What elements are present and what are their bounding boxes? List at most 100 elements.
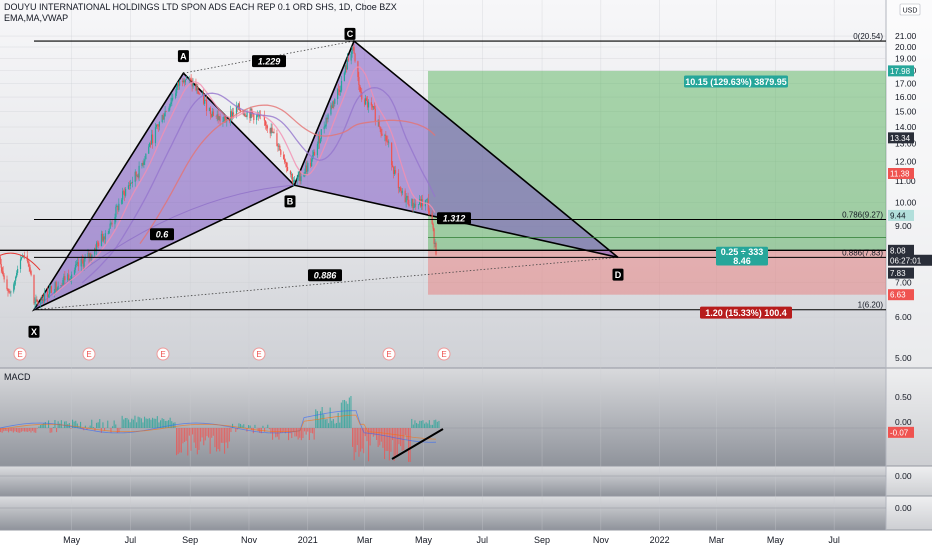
- candle-body: [359, 85, 360, 92]
- candle-body: [279, 146, 280, 150]
- point-label-a[interactable]: A: [178, 50, 189, 62]
- macd-histogram-bar: [26, 428, 27, 432]
- candle-body: [96, 243, 97, 251]
- candle-body: [360, 92, 361, 93]
- candle-body: [233, 112, 234, 114]
- macd-histogram-bar: [200, 428, 201, 442]
- candle-body: [381, 134, 382, 136]
- macd-histogram-bar: [262, 426, 263, 428]
- profit-label[interactable]: 10.15 (129.63%) 3879.95: [684, 75, 788, 87]
- macd-histogram-bar: [0, 428, 1, 432]
- candle-body: [24, 255, 25, 256]
- candle-body: [37, 302, 38, 305]
- macd-histogram-bar: [430, 425, 431, 428]
- macd-histogram-bar: [203, 428, 204, 445]
- earnings-marker[interactable]: E: [157, 348, 169, 360]
- macd-histogram-bar: [410, 428, 411, 462]
- macd-value-badge: -0.07: [890, 428, 909, 437]
- macd-histogram-bar: [176, 428, 177, 455]
- price-tick-label: 21.00: [895, 31, 917, 41]
- macd-histogram-bar: [435, 420, 436, 428]
- point-label-d-text: D: [615, 270, 622, 280]
- macd-histogram-bar: [438, 421, 439, 428]
- price-tick-label: 5.00: [895, 353, 912, 363]
- chart-root[interactable]: 0(20.54)0.786(9.27)0.886(7.83)1(6.20) XA…: [0, 0, 932, 550]
- candle-body: [197, 87, 198, 93]
- chart-header: DOUYU INTERNATIONAL HOLDINGS LTD SPON AD…: [4, 2, 397, 24]
- earnings-marker[interactable]: E: [383, 348, 395, 360]
- candle-body: [121, 200, 122, 204]
- time-tick-label: Jul: [125, 535, 137, 545]
- earnings-marker[interactable]: E: [14, 348, 26, 360]
- point-label-b[interactable]: B: [285, 195, 296, 207]
- candle-body: [216, 116, 217, 117]
- chart-svg[interactable]: 0(20.54)0.786(9.27)0.886(7.83)1(6.20) XA…: [0, 0, 932, 550]
- loss-label[interactable]: 1.20 (15.33%) 100.4: [700, 307, 792, 319]
- point-label-x[interactable]: X: [29, 326, 40, 338]
- candle-body: [240, 110, 241, 111]
- macd-histogram-bar: [298, 428, 299, 440]
- candle-body: [179, 81, 180, 86]
- candle-body: [283, 155, 284, 160]
- macd-histogram-bar: [424, 424, 425, 428]
- macd-histogram-bar: [339, 423, 340, 428]
- candle-body: [10, 292, 11, 293]
- candle-body: [387, 141, 388, 143]
- macd-histogram-bar: [125, 418, 126, 428]
- candle-body: [192, 83, 193, 86]
- candle-body: [287, 167, 288, 171]
- macd-histogram-bar: [197, 428, 198, 454]
- point-label-d[interactable]: D: [613, 269, 624, 281]
- ratio-label-xd[interactable]: 0.886: [308, 269, 342, 281]
- candle-body: [115, 207, 116, 217]
- candle-body: [294, 180, 295, 182]
- candle-body: [290, 171, 291, 174]
- macd-histogram-bar: [170, 418, 171, 428]
- macd-histogram-bar: [184, 428, 185, 442]
- macd-histogram-bar: [181, 428, 182, 453]
- candle-body: [68, 274, 69, 280]
- point-label-c[interactable]: C: [345, 28, 356, 40]
- macd-histogram-bar: [117, 428, 118, 433]
- macd-histogram-bar: [222, 428, 223, 443]
- candle-body: [433, 224, 434, 229]
- candle-body: [28, 261, 29, 264]
- macd-histogram-bar: [61, 420, 62, 428]
- ratio-label-bd[interactable]: 1.312: [437, 212, 471, 224]
- candle-body: [320, 139, 321, 143]
- candle-body: [148, 147, 149, 154]
- macd-histogram-bar: [414, 420, 415, 428]
- candle-body: [413, 207, 414, 208]
- macd-histogram-bar: [358, 428, 359, 457]
- candle-body: [354, 54, 355, 62]
- point-label-x-text: X: [31, 327, 37, 337]
- macd-histogram-bar: [235, 428, 236, 432]
- time-tick-label: Nov: [593, 535, 610, 545]
- earnings-marker[interactable]: E: [83, 348, 95, 360]
- time-tick-label: Nov: [241, 535, 258, 545]
- candle-body: [298, 177, 299, 178]
- macd-histogram-bar: [227, 428, 228, 448]
- candle-body: [78, 262, 79, 266]
- time-tick-label: May: [63, 535, 81, 545]
- macd-histogram-bar: [93, 427, 94, 428]
- candle-body: [297, 177, 298, 180]
- ratio-label-xb[interactable]: 0.6: [150, 228, 174, 240]
- candle-body: [114, 217, 115, 224]
- candle-body: [190, 78, 191, 79]
- candle-body: [213, 111, 214, 115]
- candle-body: [165, 111, 166, 112]
- rr-badge[interactable]: 8.46: [716, 256, 768, 266]
- candle-body: [2, 268, 3, 272]
- macd-histogram-bar: [384, 428, 385, 459]
- earnings-marker[interactable]: E: [253, 348, 265, 360]
- macd-tick-label: 0.00: [895, 417, 912, 427]
- earnings-marker[interactable]: E: [438, 348, 450, 360]
- macd-histogram-bar: [50, 428, 51, 433]
- macd-histogram-bar: [34, 428, 35, 432]
- macd-histogram-bar: [264, 428, 265, 432]
- ratio-label-ac[interactable]: 1.229: [252, 55, 286, 67]
- macd-histogram-bar: [27, 428, 28, 432]
- macd-histogram-bar: [128, 420, 129, 428]
- fib-label: 1(6.20): [858, 301, 884, 310]
